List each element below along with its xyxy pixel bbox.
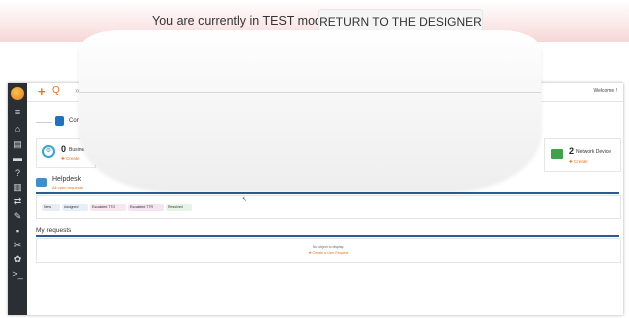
network-label: Network Device — [576, 149, 612, 155]
helpdesk-subtitle[interactable]: All open requests — [52, 185, 83, 190]
business-process-icon: ⚙ — [42, 145, 55, 158]
welcome-text[interactable]: Welcome ! — [593, 88, 617, 94]
configuration-icon — [55, 116, 64, 126]
overlay-shape — [79, 30, 541, 190]
map-icon[interactable]: ▥ — [8, 182, 27, 192]
search-icon[interactable]: Q — [52, 85, 60, 96]
business-count: 0 — [61, 144, 67, 154]
menu-icon[interactable]: ≡ — [8, 107, 27, 117]
status-chip-resolved[interactable]: Resolved — [166, 204, 192, 211]
tools-icon[interactable]: ✂ — [8, 240, 27, 250]
empty-message: No object to display. — [312, 245, 345, 249]
helpdesk-status-panel: New Assigned Escalated TTO Escalated TTR… — [36, 195, 621, 219]
status-chip-escalated-tto[interactable]: Escalated TTO — [90, 204, 126, 211]
transfer-icon[interactable]: ⇄ — [8, 196, 27, 206]
gear-icon[interactable]: ✿ — [8, 254, 27, 264]
test-mode-text: You are currently in TEST mode — [152, 14, 329, 28]
network-device-icon — [551, 149, 563, 159]
status-chip-escalated-ttr[interactable]: Escalated TTR — [128, 204, 164, 211]
config-icon[interactable]: ▤ — [8, 139, 27, 149]
create-user-request-link[interactable]: ✚ Create a User Request — [37, 251, 620, 255]
network-create-link[interactable]: ✚ Create — [569, 159, 588, 165]
chat-icon[interactable]: ▬ — [8, 153, 27, 163]
logo-icon[interactable] — [11, 87, 24, 100]
folder-icon[interactable]: ▪ — [8, 226, 27, 236]
mouse-cursor-icon: ↖ — [242, 197, 248, 203]
new-object-icon[interactable]: + — [38, 84, 46, 99]
my-requests-title: My requests — [36, 227, 72, 234]
status-chip-new[interactable]: New — [42, 204, 60, 211]
network-count: 2 — [569, 146, 575, 156]
sidebar: ≡ ⌂ ▤ ▬ ? ▥ ⇄ ✎ ▪ ✂ ✿ >_ — [8, 83, 27, 315]
terminal-icon[interactable]: >_ — [8, 269, 27, 279]
network-device-card[interactable]: 2 Network Device ✚ Create — [544, 138, 621, 172]
helpdesk-icon — [36, 178, 47, 187]
section-divider — [36, 122, 52, 123]
home-icon[interactable]: ⌂ — [8, 124, 27, 134]
help-icon[interactable]: ? — [8, 168, 27, 178]
overlay-divider — [79, 92, 541, 93]
my-requests-panel: No object to display. ✚ Create a User Re… — [36, 238, 621, 263]
pencil-icon[interactable]: ✎ — [8, 211, 27, 221]
helpdesk-bar — [36, 192, 619, 194]
status-chip-assigned[interactable]: Assigned — [62, 204, 88, 211]
helpdesk-title: Helpdesk — [52, 176, 82, 183]
my-requests-bar — [36, 235, 619, 237]
business-create-link[interactable]: ✚ Create — [61, 156, 80, 162]
